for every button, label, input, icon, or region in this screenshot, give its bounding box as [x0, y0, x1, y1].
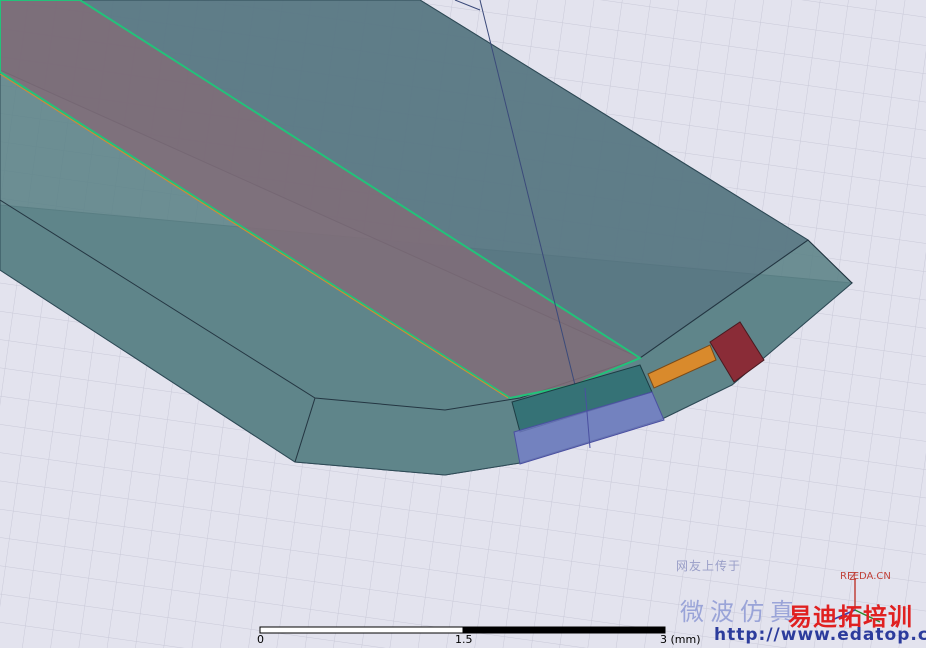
scale-label-mid: 1.5: [455, 633, 473, 646]
watermark-top-text: 网友上传于: [676, 559, 742, 573]
scale-label-start: 0: [257, 633, 264, 646]
3d-scene[interactable]: Z: [0, 0, 926, 648]
watermark-site-text: RFEDA.CN: [840, 571, 891, 582]
watermark-url-text: http://www.edatop.com: [714, 625, 926, 645]
3d-modeler-viewport[interactable]: Z 0 1.5 3 (mm) 网友上传于 RFEDA.CN 微波仿真 易迪拓培训…: [0, 0, 926, 648]
watermark-chinese-text: 微波仿真: [680, 598, 800, 626]
watermark: 网友上传于 RFEDA.CN 微波仿真 易迪拓培训 http://www.eda…: [660, 552, 926, 648]
scale-ruler-white: [259, 626, 464, 634]
scale-ruler-black: [462, 626, 666, 634]
